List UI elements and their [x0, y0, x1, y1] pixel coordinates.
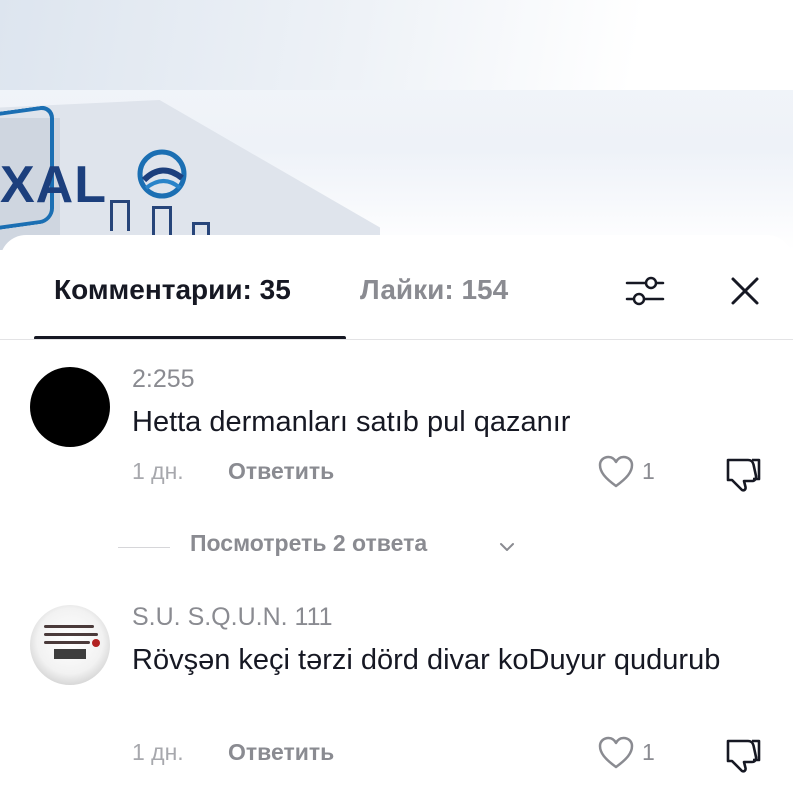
- view-replies-button[interactable]: Посмотреть 2 ответа: [190, 530, 427, 557]
- tab-likes[interactable]: Лайки: 154: [360, 273, 508, 307]
- heart-outline-icon[interactable]: [597, 735, 635, 771]
- reply-button[interactable]: Ответить: [228, 458, 334, 485]
- comment-text: Rövşən keçi tərzi dörd divar koDuyur qud…: [132, 644, 721, 676]
- avatar-art-dot: [92, 639, 100, 647]
- sliders-icon[interactable]: [625, 271, 665, 311]
- reply-button[interactable]: Ответить: [228, 739, 334, 766]
- avatar[interactable]: [30, 605, 110, 685]
- comment-meta: 1 дн. Ответить 1: [0, 455, 793, 492]
- avatar-art-line: [44, 625, 94, 628]
- avatar-art-line: [44, 633, 98, 636]
- view-replies-row[interactable]: Посмотреть 2 ответа: [0, 530, 793, 564]
- building-window: [110, 200, 130, 231]
- heart-outline-icon[interactable]: [597, 454, 635, 490]
- avatar-art-line: [44, 641, 90, 644]
- sky-haze: [0, 0, 793, 90]
- comments-sheet: Комментарии: 35 Лайки: 154 2:255 Hetta d…: [0, 235, 793, 800]
- chevron-down-icon[interactable]: [498, 538, 516, 556]
- comment-meta: 1 дн. Ответить 1: [0, 736, 793, 773]
- avatar[interactable]: [30, 367, 110, 447]
- brand-logo: XAL: [0, 156, 107, 214]
- like-count: 1: [642, 739, 655, 765]
- comment-time: 1 дн.: [132, 458, 184, 484]
- logo-swirl-icon: [137, 149, 187, 199]
- close-icon[interactable]: [725, 271, 765, 311]
- comment-username[interactable]: S.U. S.Q.U.N. 111: [132, 603, 333, 632]
- replies-divider: [118, 547, 170, 548]
- building-window: [152, 206, 172, 237]
- tab-comments[interactable]: Комментарии: 35: [54, 273, 291, 307]
- comment-text: Hetta dermanları satıb pul qazanır: [132, 406, 571, 438]
- like-count: 1: [642, 458, 655, 484]
- thumbs-down-icon[interactable]: [722, 452, 764, 494]
- tabs-divider: [0, 339, 793, 340]
- video-background: XAL: [0, 0, 793, 250]
- sheet-tabs: Комментарии: 35 Лайки: 154: [0, 235, 793, 340]
- thumbs-down-icon[interactable]: [722, 733, 764, 775]
- comment-username[interactable]: 2:255: [132, 365, 195, 394]
- avatar-art-stamp: [54, 649, 86, 659]
- comment-time: 1 дн.: [132, 739, 184, 765]
